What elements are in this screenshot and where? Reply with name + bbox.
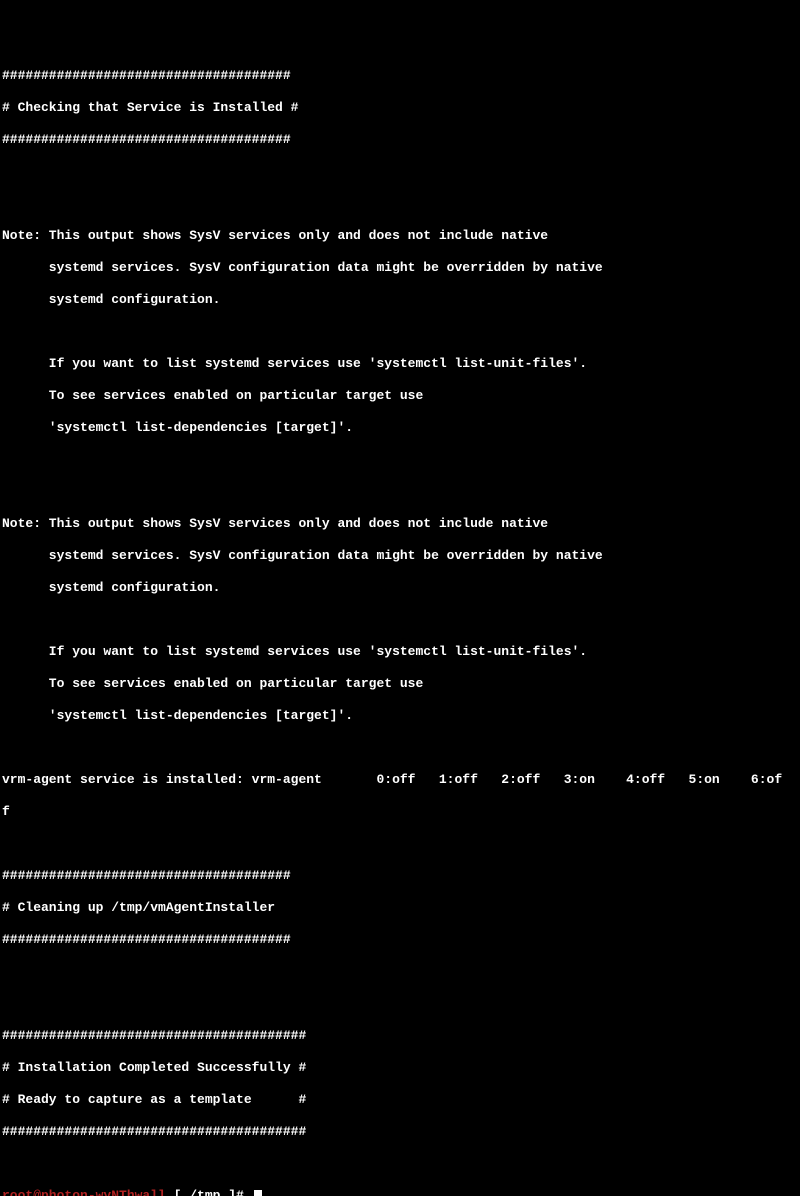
note2-l6: 'systemctl list-dependencies [target]'.: [2, 708, 798, 724]
blank-line: [2, 196, 798, 212]
section-checking-border-bottom: #####################################: [2, 132, 798, 148]
section-checking-title: # Checking that Service is Installed #: [2, 100, 798, 116]
section-done-title1: # Installation Completed Successfully #: [2, 1060, 798, 1076]
prompt-path: [ /tmp ]#: [166, 1188, 252, 1196]
note2-l1: Note: This output shows SysV services on…: [2, 516, 798, 532]
note1-l5: To see services enabled on particular ta…: [2, 388, 798, 404]
section-cleaning-title: # Cleaning up /tmp/vmAgentInstaller: [2, 900, 798, 916]
shell-prompt[interactable]: root@photon-wyNThwall [ /tmp ]#: [2, 1188, 798, 1196]
section-done-border-bottom: #######################################: [2, 1124, 798, 1140]
note1-l6: 'systemctl list-dependencies [target]'.: [2, 420, 798, 436]
note1-l2: systemd services. SysV configuration dat…: [2, 260, 798, 276]
note2-l4: If you want to list systemd services use…: [2, 644, 798, 660]
section-done-border-top: #######################################: [2, 1028, 798, 1044]
note2-l2: systemd services. SysV configuration dat…: [2, 548, 798, 564]
note2-l5: To see services enabled on particular ta…: [2, 676, 798, 692]
blank-line: [2, 740, 798, 756]
blank-line: [2, 164, 798, 180]
section-cleaning-border-bottom: #####################################: [2, 932, 798, 948]
note2-l3: systemd configuration.: [2, 580, 798, 596]
note1-l1: Note: This output shows SysV services on…: [2, 228, 798, 244]
blank-line: [2, 484, 798, 500]
section-done-title2: # Ready to capture as a template #: [2, 1092, 798, 1108]
section-checking-border-top: #####################################: [2, 68, 798, 84]
prompt-user-host: root@photon-wyNThwall: [2, 1188, 166, 1196]
blank-line: [2, 452, 798, 468]
service-status-line: vrm-agent service is installed: vrm-agen…: [2, 772, 798, 788]
note1-l3: systemd configuration.: [2, 292, 798, 308]
blank-line: [2, 964, 798, 980]
blank-line: [2, 612, 798, 628]
blank-line: [2, 324, 798, 340]
blank-line: [2, 836, 798, 852]
service-status-wrap: f: [2, 804, 798, 820]
blank-line: [2, 996, 798, 1012]
cursor-icon: [254, 1190, 262, 1196]
blank-line: [2, 1156, 798, 1172]
section-cleaning-border-top: #####################################: [2, 868, 798, 884]
note1-l4: If you want to list systemd services use…: [2, 356, 798, 372]
